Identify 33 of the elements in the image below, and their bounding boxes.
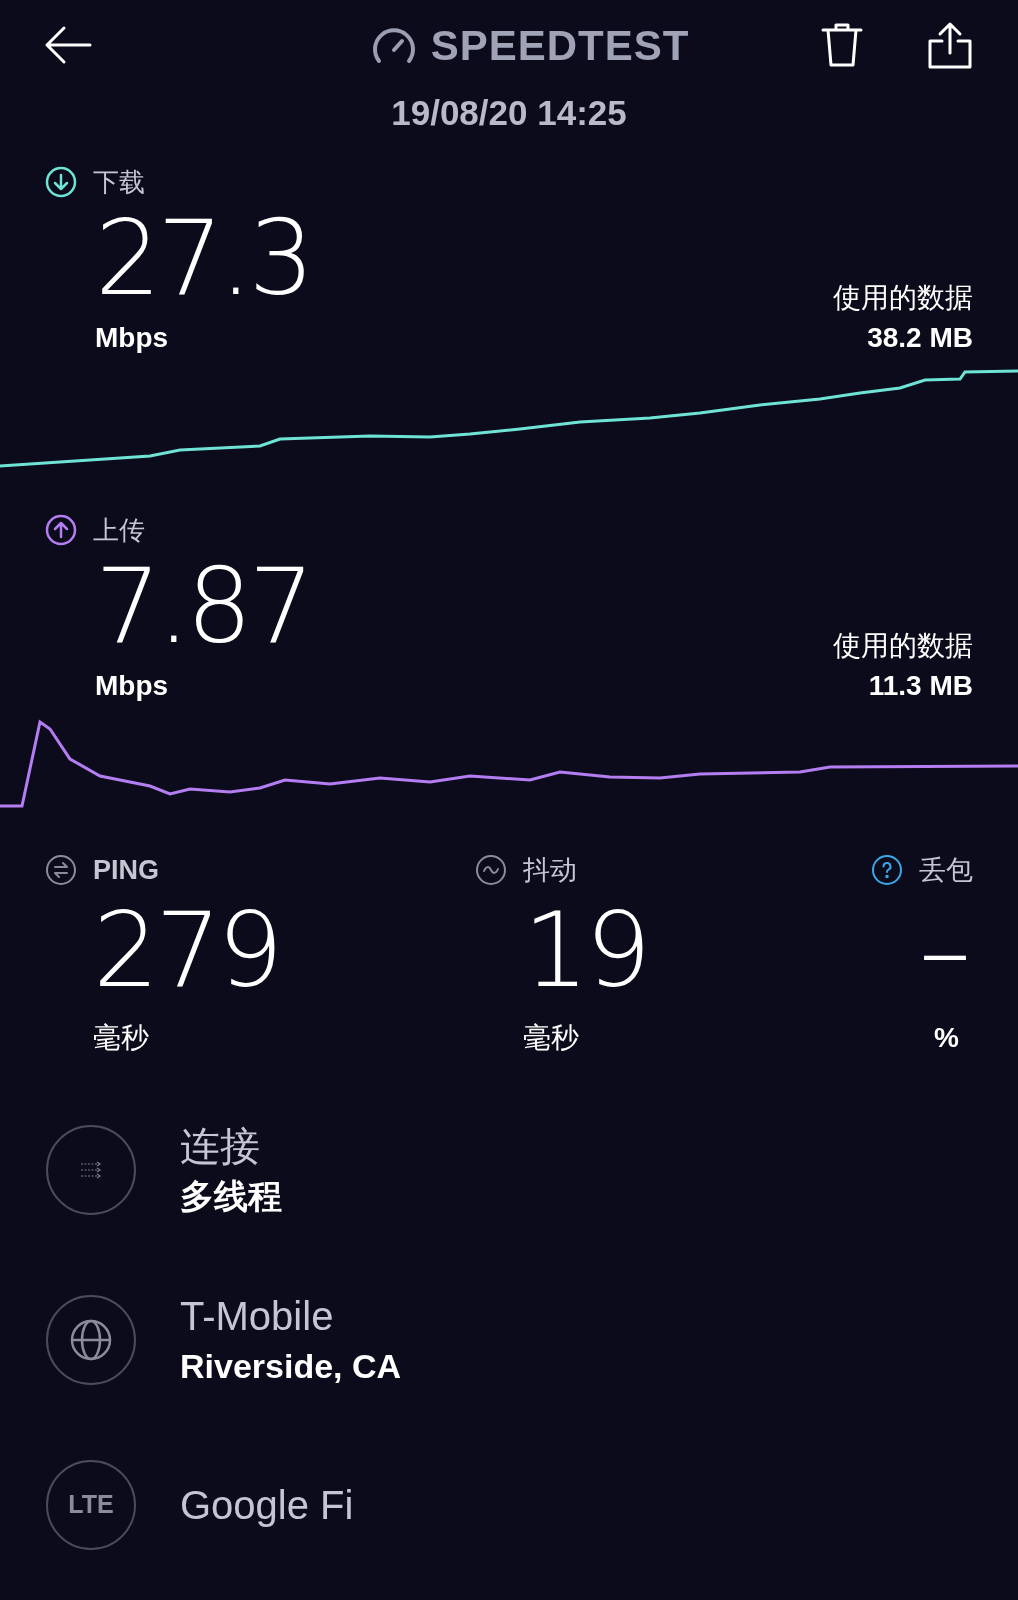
app-title: SPEEDTEST	[430, 20, 690, 71]
test-label: 下载	[93, 165, 145, 199]
data-used-label: 使用的数据	[833, 281, 973, 315]
detail-subtitle: 多线程	[180, 1176, 282, 1217]
speed-unit: Mbps	[95, 321, 170, 355]
metric-unit: 毫秒	[522, 1021, 580, 1055]
metric-label: 丢包	[919, 853, 973, 887]
speed-unit: Mbps	[95, 669, 170, 703]
test-label: 上传	[93, 513, 145, 547]
metric-value: 279	[92, 890, 281, 1010]
metric-value: –	[919, 890, 968, 1010]
speed-value: 7.87	[95, 550, 311, 662]
data-used-label: 使用的数据	[833, 629, 973, 663]
test-datetime: 19/08/20 14:25	[391, 92, 627, 134]
metric-value: 19	[522, 890, 649, 1010]
detail-subtitle: Riverside, CA	[180, 1346, 402, 1387]
detail-title: Google Fi	[180, 1482, 354, 1529]
detail-title: 连接	[180, 1123, 261, 1170]
metric-label: PING	[93, 853, 159, 887]
ping-icon	[45, 854, 77, 886]
metric-unit: %	[934, 1021, 960, 1055]
detail-title: T-Mobile	[180, 1293, 335, 1340]
wave-icon	[475, 854, 507, 886]
share-button[interactable]	[926, 21, 974, 69]
data-used-value: 11.3 MB	[868, 669, 973, 703]
globe-icon	[46, 1295, 136, 1385]
help-icon[interactable]	[871, 854, 903, 886]
metric-label: 抖动	[523, 853, 577, 887]
gauge-icon	[370, 26, 417, 64]
metric-unit: 毫秒	[92, 1021, 150, 1055]
data-used-value: 38.2 MB	[867, 321, 973, 355]
speed-value: 27.3	[95, 202, 311, 314]
network-badge: LTE	[46, 1460, 136, 1550]
